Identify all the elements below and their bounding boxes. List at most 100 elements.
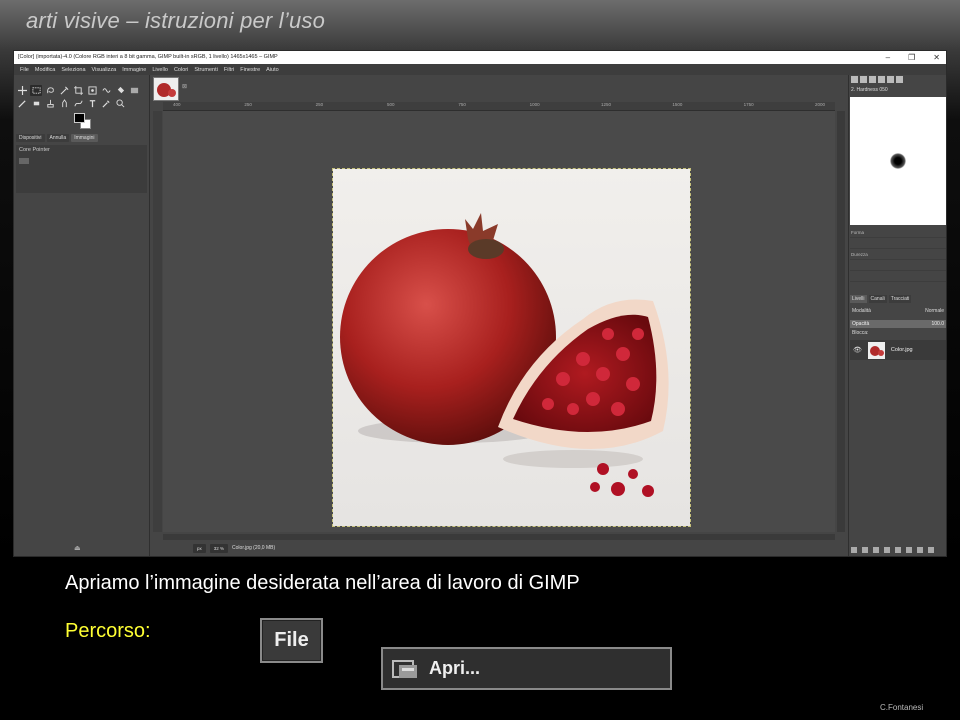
lock-label: Blocca:	[852, 330, 869, 336]
brush-option-3[interactable]	[850, 260, 946, 271]
menu-filtri[interactable]: Filtri	[221, 67, 237, 73]
zoom-select[interactable]: 32 %	[209, 543, 229, 553]
delete-layer-icon[interactable]	[928, 547, 934, 553]
pointer-indicator	[19, 158, 29, 164]
smudge-icon[interactable]	[58, 98, 70, 109]
image-canvas[interactable]	[163, 111, 835, 532]
layer-thumbnail	[867, 341, 885, 359]
gimp-window: [Color] (importata)-4.0 (Colore RGB inte…	[13, 50, 947, 557]
ruler-tick: 250	[244, 102, 252, 107]
gradient-panel-icon[interactable]	[896, 76, 903, 83]
move-tool-icon[interactable]	[16, 85, 28, 96]
gradient-icon[interactable]	[128, 85, 140, 96]
window-controls: – ❐ ✕	[886, 51, 940, 64]
brush-option-1[interactable]	[850, 238, 946, 249]
menu-livello[interactable]: Livello	[149, 67, 171, 73]
pattern-icon[interactable]	[860, 76, 867, 83]
image-thumbnail-tab[interactable]	[153, 77, 179, 101]
clone-icon[interactable]	[44, 98, 56, 109]
credit: C.Fontanesi	[880, 703, 924, 712]
color-picker-icon[interactable]	[100, 98, 112, 109]
brush-dock-icons	[851, 76, 903, 83]
restore-icon[interactable]: ⏏	[74, 544, 81, 552]
brush-option-4[interactable]	[850, 271, 946, 282]
lower-layer-icon[interactable]	[884, 547, 890, 553]
menu-modifica[interactable]: Modifica	[32, 67, 58, 73]
visibility-eye-icon[interactable]: 👁	[853, 346, 862, 354]
eraser-icon[interactable]	[30, 98, 42, 109]
brush-option-hardness[interactable]: Durezza	[850, 249, 946, 260]
new-group-icon[interactable]	[862, 547, 868, 553]
layer-mode-row: Modalità Normale	[850, 308, 946, 314]
apri-menu-item[interactable]: Apri...	[381, 647, 672, 690]
opacity-value: 100.0	[931, 321, 944, 327]
text-tool-icon[interactable]	[86, 98, 98, 109]
layer-row[interactable]: 👁 Color.jpg	[850, 340, 946, 360]
brush-icon[interactable]	[851, 76, 858, 83]
tab-dispositivi[interactable]: Dispositivi	[16, 134, 45, 142]
document-history-icon[interactable]	[878, 76, 885, 83]
tab-annulla[interactable]: Annulla	[46, 134, 70, 142]
vertical-scrollbar[interactable]	[837, 111, 845, 532]
menu-colori[interactable]: Colori	[171, 67, 191, 73]
menu-visualizza[interactable]: Visualizza	[89, 67, 120, 73]
close-icon[interactable]: ✕	[933, 51, 940, 64]
font-icon[interactable]	[869, 76, 876, 83]
horizontal-scrollbar[interactable]	[163, 534, 835, 540]
paths-icon[interactable]	[72, 98, 84, 109]
mask-icon[interactable]	[917, 547, 923, 553]
ruler-tick: 2000	[815, 102, 826, 107]
maximize-icon[interactable]: ❐	[908, 51, 915, 64]
brush-option-shape[interactable]: Forma	[850, 227, 946, 238]
menu-strumenti[interactable]: Strumenti	[191, 67, 221, 73]
vertical-ruler	[153, 111, 162, 532]
ruler-tick: 1500	[672, 102, 683, 107]
tab-livelli[interactable]: Livelli	[850, 295, 867, 303]
status-bar: px 32 % Color.jpg (20,0 MB)	[193, 542, 275, 554]
minimize-icon[interactable]: –	[886, 51, 890, 64]
horizontal-ruler: 400 250 250 500 750 1000 1250 1500 1750 2000	[163, 102, 835, 111]
ruler-tick: 500	[387, 102, 395, 107]
new-layer-icon[interactable]	[851, 547, 857, 553]
zoom-tool-icon[interactable]	[114, 98, 126, 109]
caption: Apriamo l’immagine desiderata nell’area …	[65, 572, 580, 594]
left-dock-tabs: Dispositivi Annulla Immagini	[16, 133, 147, 143]
raise-layer-icon[interactable]	[873, 547, 879, 553]
pomegranate-image	[332, 168, 691, 527]
color-swatches[interactable]	[72, 111, 94, 131]
close-image-tab-icon[interactable]: ⊠	[182, 83, 187, 90]
menu-finestre[interactable]: Finestre	[237, 67, 263, 73]
palette-icon[interactable]	[887, 76, 894, 83]
tab-immagini[interactable]: Immagini	[71, 134, 98, 142]
slide-title: arti visive – istruzioni per l’uso	[26, 8, 326, 33]
left-dock: Dispositivi Annulla Immagini Core Pointe…	[14, 75, 150, 556]
brush-preview[interactable]	[850, 97, 946, 225]
lasso-icon[interactable]	[44, 85, 56, 96]
unit-select[interactable]: px	[193, 543, 206, 553]
layers-dock-tabs: Livelli Canali Tracciati	[850, 295, 946, 303]
ruler-tick: 1250	[601, 102, 612, 107]
fuzzy-select-icon[interactable]	[58, 85, 70, 96]
toolbox	[16, 85, 146, 109]
warp-icon[interactable]	[100, 85, 112, 96]
menu-file[interactable]: File	[17, 67, 32, 73]
foreground-color-swatch[interactable]	[74, 113, 85, 123]
paintbrush-icon[interactable]	[16, 98, 28, 109]
brush-dot-icon	[890, 153, 906, 169]
tab-tracciati[interactable]: Tracciati	[888, 295, 912, 303]
menu-aiuto[interactable]: Aiuto	[263, 67, 282, 73]
rect-select-icon[interactable]	[30, 85, 42, 96]
file-info: Color.jpg (20,0 MB)	[232, 545, 276, 551]
bucket-fill-icon[interactable]	[114, 85, 126, 96]
layer-name: Color.jpg	[890, 347, 913, 353]
menu-seleziona[interactable]: Seleziona	[58, 67, 88, 73]
file-menu-button[interactable]: File	[260, 618, 323, 663]
menu-immagine[interactable]: Immagine	[119, 67, 149, 73]
mode-select[interactable]: Normale	[925, 308, 944, 314]
duplicate-layer-icon[interactable]	[895, 547, 901, 553]
crop-icon[interactable]	[72, 85, 84, 96]
anchor-layer-icon[interactable]	[906, 547, 912, 553]
opacity-slider[interactable]: Opacità 100.0	[850, 320, 946, 328]
unified-transform-icon[interactable]	[86, 85, 98, 96]
tab-canali[interactable]: Canali	[868, 295, 887, 303]
